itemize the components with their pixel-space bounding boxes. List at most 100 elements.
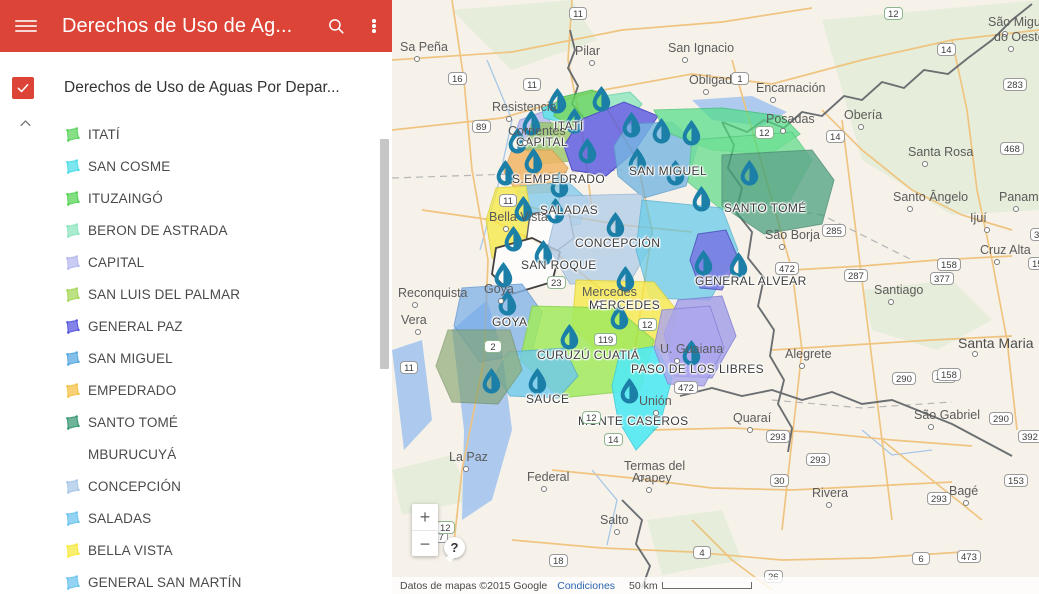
polygon-swatch-icon (64, 414, 81, 431)
polygon-swatch-icon (64, 350, 81, 367)
highway-shield: 12 (436, 521, 455, 534)
highway-shield: 293 (766, 430, 790, 443)
attribution-text: Datos de mapas ©2015 Google (400, 579, 548, 592)
department-item[interactable]: ITATÍ (0, 118, 392, 150)
map-city-dot (963, 500, 969, 506)
department-label: SAN COSME (88, 158, 171, 174)
map-city-dot (653, 410, 659, 416)
zoom-out-button[interactable]: − (412, 531, 438, 556)
map-city-dot (779, 244, 785, 250)
highway-shield: 30 (770, 474, 789, 487)
map-city-dot (596, 301, 602, 307)
panel-scrollbar-track[interactable] (380, 52, 391, 594)
department-item[interactable]: GENERAL SAN MARTÍN (0, 566, 392, 594)
department-item[interactable]: BELLA VISTA (0, 534, 392, 566)
map-city-dot (703, 89, 709, 95)
scale-bar (661, 582, 752, 589)
department-item[interactable]: MBURUCUYÁ (0, 438, 392, 470)
map-city-dot (541, 486, 547, 492)
department-item[interactable]: SAN LUIS DEL PALMAR (0, 278, 392, 310)
department-item[interactable]: ITUZAINGÓ (0, 182, 392, 214)
highway-shield: 392 (1018, 430, 1039, 443)
search-icon[interactable] (316, 0, 356, 52)
highway-shield: 293 (806, 453, 830, 466)
polygon-swatch-icon (64, 382, 81, 399)
highway-shield: 377 (930, 272, 954, 285)
map-city-dot (414, 56, 420, 62)
scale-label: 50 km (629, 579, 658, 592)
chevron-up-icon[interactable] (12, 110, 38, 136)
map-city-dot (674, 358, 680, 364)
department-label: BELLA VISTA (88, 542, 173, 558)
department-label: SAN MIGUEL (88, 350, 173, 366)
department-item[interactable]: SALADAS (0, 502, 392, 534)
highway-shield: 473 (957, 550, 981, 563)
highway-shield: 2 (484, 340, 502, 353)
department-label: MBURUCUYÁ (88, 446, 177, 462)
polygon-swatch-icon (64, 126, 81, 143)
highway-shield: 14 (937, 43, 956, 56)
highway-shield: 14 (604, 433, 623, 446)
map-zoom-control[interactable]: + − (412, 504, 438, 556)
highway-shield: 18 (549, 554, 568, 567)
map-city-dot (522, 140, 528, 146)
map-city-dot (799, 363, 805, 369)
department-item[interactable]: GENERAL PAZ (0, 310, 392, 342)
department-label: CONCEPCIÓN (88, 478, 182, 494)
map-city-dot (415, 329, 421, 335)
department-item[interactable]: CAPITAL (0, 246, 392, 278)
kebab-menu-icon[interactable] (356, 0, 392, 52)
highway-shield: 158 (937, 258, 961, 271)
highway-shield: 1 (731, 72, 749, 85)
layer-checkbox[interactable] (12, 77, 34, 99)
map-city-dot (928, 424, 934, 430)
highway-shield: 11 (523, 78, 541, 91)
layer-title: Derechos de Uso de Aguas Por Depar... (64, 79, 340, 96)
map-canvas[interactable]: ITATÍ CAPITAL S.EMPEDRADO SALADAS SAN MIGUEL… (392, 0, 1039, 594)
zoom-in-button[interactable]: + (412, 504, 438, 531)
layers-panel: Derechos de Uso de Ag... Derechos de Uso… (0, 0, 392, 594)
highway-shield: 472 (674, 381, 698, 394)
department-list: ITATÍ SAN COSME ITUZAINGÓ BERON DE ASTRADA C… (0, 118, 392, 594)
highway-shield: 283 (1003, 78, 1027, 91)
department-label: GENERAL PAZ (88, 318, 183, 334)
layer-row[interactable]: Derechos de Uso de Aguas Por Depar... (0, 52, 392, 116)
highway-shield: 16 (448, 72, 467, 85)
department-item[interactable]: BERON DE ASTRADA (0, 214, 392, 246)
highway-shield: 4 (693, 546, 711, 559)
highway-shield: 6 (912, 552, 930, 565)
highway-shield: 290 (892, 372, 916, 385)
map-city-dot (463, 466, 469, 472)
map-city-dot (646, 487, 652, 493)
help-badge[interactable]: ? (444, 537, 465, 558)
highway-shield: 12 (884, 7, 903, 20)
department-item[interactable]: EMPEDRADO (0, 374, 392, 406)
polygon-swatch-icon (64, 318, 81, 335)
highway-shield: 12 (582, 411, 601, 424)
polygon-swatch-icon (64, 510, 81, 527)
department-label: SANTO TOMÉ (88, 414, 179, 430)
terms-link[interactable]: Condiciones (557, 580, 615, 592)
panel-scrollbar-thumb[interactable] (380, 139, 389, 369)
department-label: SAN LUIS DEL PALMAR (88, 286, 241, 302)
highway-shield: 37 (1030, 228, 1039, 241)
map-city-dot (589, 60, 595, 66)
map-city-dot (922, 161, 928, 167)
highway-shield: 293 (927, 492, 951, 505)
highway-shield: 119 (594, 333, 618, 346)
highway-shield: 12 (638, 318, 657, 331)
department-item[interactable]: CONCEPCIÓN (0, 470, 392, 502)
highway-shield: 158 (1028, 257, 1039, 270)
department-item[interactable]: SANTO TOMÉ (0, 406, 392, 438)
map-city-dot (506, 116, 512, 122)
polygon-swatch-icon (64, 158, 81, 175)
hamburger-icon[interactable] (0, 0, 52, 52)
department-label: ITATÍ (88, 126, 120, 142)
highway-shield: 468 (1000, 142, 1024, 155)
department-item[interactable]: SAN MIGUEL (0, 342, 392, 374)
map-city-dot (984, 227, 990, 233)
department-label: BERON DE ASTRADA (88, 222, 228, 238)
map-city-dot (994, 259, 1000, 265)
department-item[interactable]: SAN COSME (0, 150, 392, 182)
highway-shield: 290 (989, 412, 1013, 425)
